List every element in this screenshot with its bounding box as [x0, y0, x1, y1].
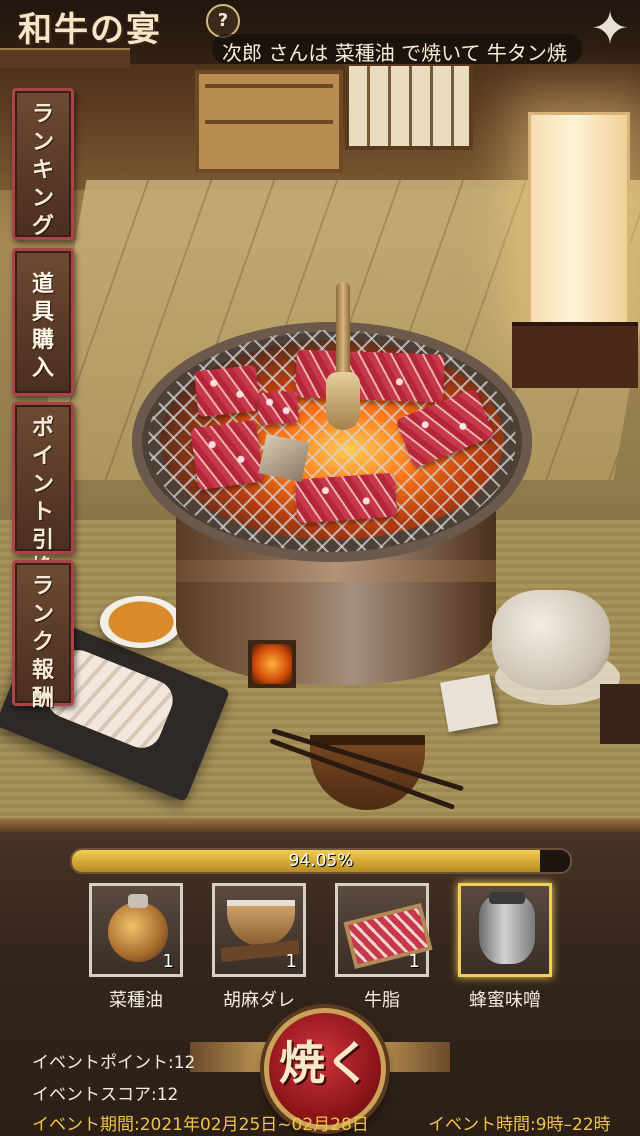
event-logo: 和牛の宴 — [18, 10, 162, 50]
basting-brush-handle — [336, 282, 350, 382]
item-slot-sesame-sauce[interactable]: 1 — [212, 883, 306, 977]
item-slot-beef-fat[interactable]: 1 — [335, 883, 433, 977]
sauce-dish — [100, 596, 182, 648]
item-label: 牛脂 — [364, 990, 400, 1011]
item-slot-rapeseed-oil[interactable]: 1 — [89, 883, 183, 977]
top-bar: 和牛の宴 ? 次郎 さんは 菜種油 で焼いて 牛タン焼 ✦ — [0, 0, 640, 68]
help-button[interactable]: ? — [206, 4, 240, 38]
grill-progress-bar: 94.05% — [70, 848, 572, 874]
event-hours: イベント時間:9時–22時 — [428, 1115, 611, 1135]
wagyu-slice — [256, 390, 300, 426]
lantern-base — [512, 322, 638, 388]
honey-miso-icon — [479, 892, 535, 964]
event-score: イベントスコア:12 — [32, 1085, 179, 1105]
game-screen: 和牛の宴 ? 次郎 さんは 菜種油 で焼いて 牛タン焼 ✦ ランキング 道具購入… — [0, 0, 640, 1136]
event-period: イベント期間:2021年02月25日~02月28日 — [32, 1115, 369, 1135]
basting-brush-head — [326, 372, 360, 430]
side-menu-label: ランク報酬 — [32, 574, 55, 711]
item-label: 胡麻ダレ — [223, 990, 295, 1011]
item-label: 蜂蜜味噌 — [469, 990, 541, 1011]
item-slot-honey-miso[interactable] — [458, 883, 552, 977]
shop-shelf — [195, 70, 343, 173]
small-box — [440, 674, 498, 732]
side-menu-rank-rewards[interactable]: ランク報酬 — [12, 560, 74, 711]
wagyu-slice — [193, 364, 261, 418]
ticker-text: 次郎 さんは 菜種油 で焼いて 牛タン焼 — [222, 41, 567, 64]
item-label: 菜種油 — [109, 990, 163, 1011]
dark-box — [600, 684, 640, 744]
item-count: 1 — [285, 951, 297, 972]
side-menu-ranking[interactable]: ランキング — [12, 88, 74, 240]
item-count: 1 — [162, 951, 174, 972]
wagyu-slice — [295, 349, 445, 403]
item-count: 1 — [408, 951, 420, 972]
news-ticker: 次郎 さんは 菜種油 で焼いて 牛タン焼 — [212, 34, 582, 64]
wagyu-slice — [190, 419, 264, 491]
rapeseed-oil-icon — [108, 894, 168, 962]
wagyu-slice — [294, 472, 398, 524]
grill-band — [176, 560, 496, 582]
panel-trim — [0, 818, 640, 832]
event-points: イベントポイント:12 — [32, 1053, 196, 1073]
side-menu-shop[interactable]: 道具購入 — [12, 248, 74, 396]
bbq-scene — [0, 0, 640, 820]
progress-text: 94.05% — [288, 851, 354, 871]
sesame-sauce-icon — [227, 900, 295, 946]
side-menu-label: ポイント引換 — [32, 416, 55, 581]
shuriken-icon[interactable]: ✦ — [584, 2, 636, 54]
grill-fire-vent — [248, 640, 296, 688]
shoji-window — [345, 62, 473, 150]
paper-lantern — [528, 112, 630, 333]
side-menu-label: ランキング — [32, 102, 55, 239]
side-menu-points-exchange[interactable]: ポイント引換 — [12, 402, 74, 581]
sauce-pitcher — [492, 590, 610, 690]
side-menu-label: 道具購入 — [32, 272, 55, 381]
